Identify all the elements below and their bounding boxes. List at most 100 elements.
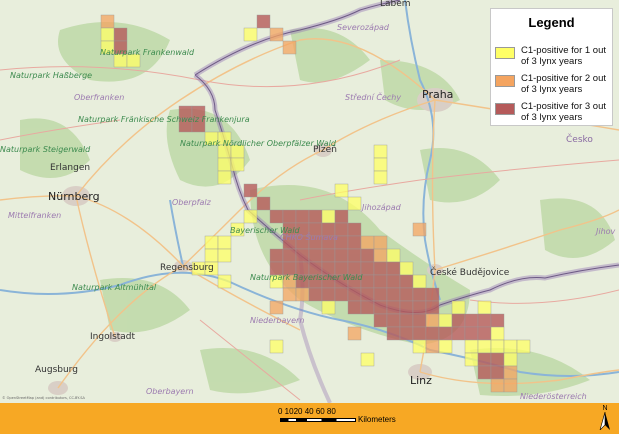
grid-cell-level-3 <box>360 261 375 276</box>
label-np-frankenwald: Naturpark Frankenwald <box>100 48 195 57</box>
label-oberpfalz: Oberpfalz <box>172 198 212 207</box>
grid-cell-level-1 <box>217 170 232 185</box>
scale-bar: 0 1020 40 60 80 Kilometers <box>278 407 408 431</box>
grid-cell-level-1 <box>217 248 232 263</box>
label-oberbayern: Oberbayern <box>146 387 194 396</box>
legend-item-3: C1-positive for 3 out of 3 lynx years <box>495 101 611 129</box>
grid-cell-level-1 <box>438 313 453 328</box>
grid-cell-level-3 <box>334 209 349 224</box>
grid-cell-level-2 <box>269 27 284 42</box>
legend-label-1: C1-positive for 1 out of 3 lynx years <box>521 45 607 67</box>
map-figure: Labem Severozápad Praha Střední Čechy Če… <box>0 0 619 434</box>
grid-cell-level-2 <box>425 313 440 328</box>
grid-cell-level-3 <box>321 248 336 263</box>
grid-cell-level-1 <box>204 248 219 263</box>
grid-cell-level-3 <box>386 274 401 289</box>
grid-cell-level-3 <box>347 222 362 237</box>
label-cesko: Česko <box>566 133 593 145</box>
grid-cell-level-2 <box>503 378 518 393</box>
grid-cell-level-1 <box>412 339 427 354</box>
grid-cell-level-2 <box>347 326 362 341</box>
grid-cell-level-3 <box>399 274 414 289</box>
grid-cell-level-3 <box>334 287 349 302</box>
grid-cell-level-3 <box>347 235 362 250</box>
label-oberfranken: Oberfranken <box>74 93 124 102</box>
label-jihozapad: Jihozápad <box>360 203 402 212</box>
legend-swatch-2 <box>495 75 515 87</box>
grid-cell-level-2 <box>295 287 310 302</box>
grid-cell-level-3 <box>386 261 401 276</box>
label-np-fraenkische-schweiz: Naturpark Fränkische Schweiz Frankenjura <box>78 115 250 124</box>
grid-cell-level-3 <box>360 248 375 263</box>
grid-cell-level-1 <box>412 274 427 289</box>
grid-cell-level-1 <box>386 248 401 263</box>
grid-cell-level-1 <box>451 300 466 315</box>
grid-cell-level-1 <box>230 157 245 172</box>
scale-unit: Kilometers <box>358 415 396 424</box>
grid-cell-level-1 <box>373 170 388 185</box>
label-jihov: Jihov <box>594 227 616 236</box>
grid-cell-level-3 <box>399 326 414 341</box>
grid-cell-level-2 <box>282 287 297 302</box>
grid-cell-level-1 <box>217 157 232 172</box>
grid-cell-level-3 <box>321 287 336 302</box>
grid-cell-level-1 <box>516 339 531 354</box>
label-np-bayerischer-wald: Naturpark Bayerischer Wald <box>250 273 363 282</box>
legend-item-1: C1-positive for 1 out of 3 lynx years <box>495 45 611 73</box>
grid-cell-level-3 <box>373 287 388 302</box>
legend-item-2: C1-positive for 2 out of 3 lynx years <box>495 73 611 101</box>
grid-cell-level-1 <box>243 27 258 42</box>
label-stredni-cechy: Střední Čechy <box>345 91 401 102</box>
label-erlangen: Erlangen <box>50 163 90 173</box>
grid-cell-level-3 <box>412 300 427 315</box>
grid-cell-level-1 <box>334 183 349 198</box>
grid-cell-level-1 <box>503 352 518 367</box>
legend: Legend C1-positive for 1 out of 3 lynx y… <box>490 8 613 126</box>
label-np-steigerwald: Naturpark Steigerwald <box>0 145 91 154</box>
grid-cell-level-1 <box>438 339 453 354</box>
grid-cell-level-1 <box>321 209 336 224</box>
label-labe: Labem <box>380 0 411 9</box>
footer-bar: 0 1020 40 60 80 Kilometers N <box>0 403 619 434</box>
grid-cell-level-3 <box>347 248 362 263</box>
grid-cell-level-2 <box>425 339 440 354</box>
grid-cell-level-3 <box>386 300 401 315</box>
grid-cell-level-1 <box>490 326 505 341</box>
grid-cell-level-3 <box>412 313 427 328</box>
legend-title: Legend <box>528 15 575 30</box>
label-severozapad: Severozápad <box>337 23 390 32</box>
grid-cell-level-1 <box>399 261 414 276</box>
grid-cell-level-3 <box>386 326 401 341</box>
grid-cell-level-3 <box>464 326 479 341</box>
grid-cell-level-2 <box>412 222 427 237</box>
grid-cell-level-3 <box>243 183 258 198</box>
legend-label-3: C1-positive for 3 out of 3 lynx years <box>521 101 607 123</box>
map-credit: © OpenStreetMap (and) contributors, CC-B… <box>2 396 86 400</box>
grid-cell-level-2 <box>269 300 284 315</box>
grid-cell-level-3 <box>490 365 505 380</box>
label-niederosterreich: Niederösterreich <box>520 392 587 401</box>
label-ceske-budejovice: České Budějovice <box>430 266 510 278</box>
label-np-nordl-oberpf-wald: Naturpark Nördlicher Oberpfälzer Wald <box>180 139 337 148</box>
grid-cell-level-3 <box>373 261 388 276</box>
grid-cell-level-2 <box>373 235 388 250</box>
grid-cell-level-1 <box>464 339 479 354</box>
grid-cell-level-3 <box>308 287 323 302</box>
grid-cell-level-3 <box>373 313 388 328</box>
label-np-hassberge: Naturpark Haßberge <box>10 71 92 80</box>
grid-cell-level-2 <box>503 365 518 380</box>
north-letter: N <box>602 405 608 412</box>
grid-cell-level-3 <box>438 326 453 341</box>
grid-cell-level-1 <box>217 274 232 289</box>
grid-cell-level-3 <box>425 300 440 315</box>
grid-cell-level-2 <box>490 378 505 393</box>
grid-cell-level-3 <box>386 313 401 328</box>
grid-cell-level-3 <box>412 287 427 302</box>
grid-cell-level-2 <box>100 14 115 29</box>
grid-cell-level-1 <box>464 352 479 367</box>
grid-cell-level-3 <box>373 274 388 289</box>
grid-cell-level-1 <box>503 339 518 354</box>
grid-cell-level-2 <box>373 248 388 263</box>
grid-cell-level-1 <box>360 352 375 367</box>
legend-swatch-3 <box>495 103 515 115</box>
